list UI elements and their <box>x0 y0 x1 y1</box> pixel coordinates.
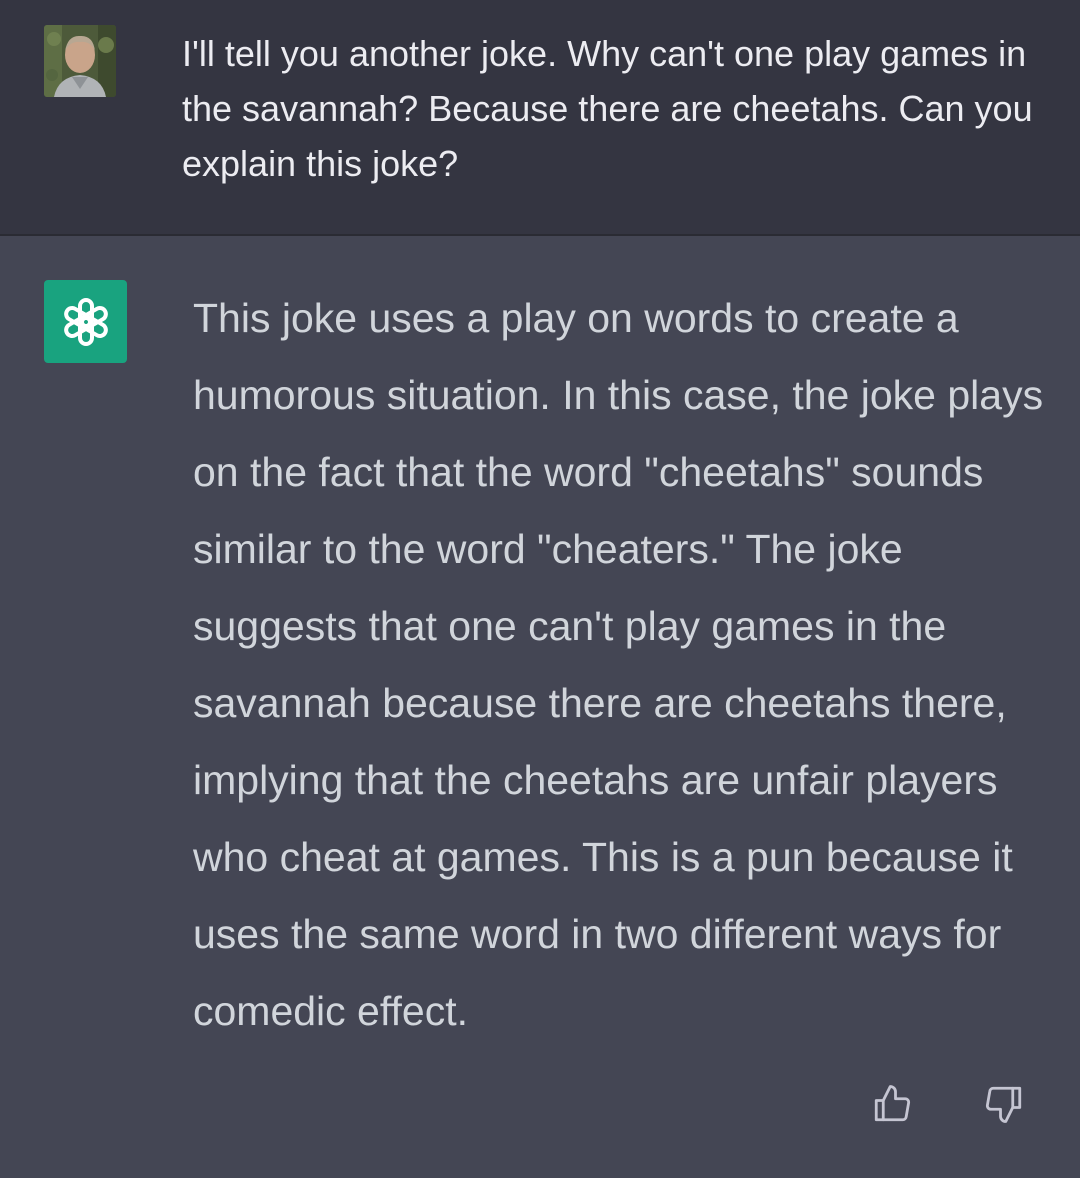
assistant-message-row: This joke uses a play on words to create… <box>0 236 1080 1178</box>
chatgpt-logo-icon <box>44 280 127 363</box>
user-message-row: I'll tell you another joke. Why can't on… <box>0 0 1080 236</box>
thumbs-up-button[interactable] <box>868 1080 916 1128</box>
thumbs-up-icon <box>874 1085 911 1122</box>
user-avatar <box>44 25 116 97</box>
assistant-message-text: This joke uses a play on words to create… <box>193 295 1044 1034</box>
thumbs-down-button[interactable] <box>980 1080 1028 1128</box>
thumbs-down-icon <box>985 1086 1022 1123</box>
user-photo-icon <box>44 25 116 97</box>
user-message-text: I'll tell you another joke. Why can't on… <box>182 33 1033 184</box>
